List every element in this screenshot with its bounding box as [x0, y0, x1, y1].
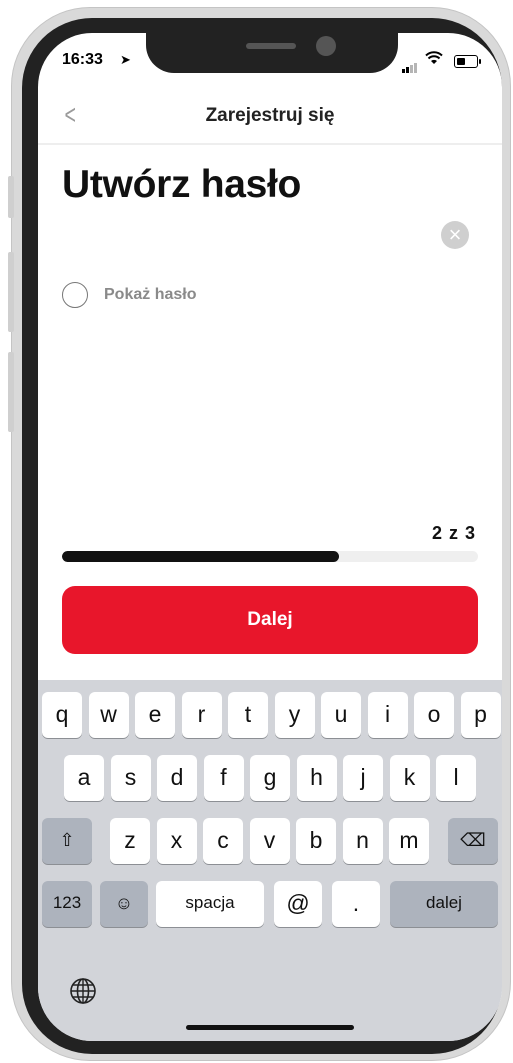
- key-q[interactable]: q: [42, 692, 82, 738]
- progress-track: [62, 551, 478, 562]
- key-e[interactable]: e: [135, 692, 175, 738]
- at-key[interactable]: @: [274, 881, 322, 927]
- page-title: Utwórz hasło: [62, 163, 302, 206]
- key-h[interactable]: h: [296, 755, 337, 801]
- emoji-key-icon[interactable]: ☺: [100, 881, 148, 927]
- key-y[interactable]: y: [274, 692, 315, 738]
- key-z[interactable]: z: [110, 818, 150, 864]
- front-camera: [316, 36, 336, 56]
- next-button[interactable]: Dalej: [62, 586, 478, 654]
- phone-screen: 16:33 ➤ < Zarejestruj się Utwórz hasło ×…: [38, 33, 502, 1041]
- step-counter: 2 z 3: [431, 523, 476, 543]
- phone-side-button-volume-down: [8, 352, 14, 432]
- key-m[interactable]: m: [389, 818, 429, 864]
- home-indicator: [186, 1025, 354, 1030]
- dot-key[interactable]: .: [332, 881, 380, 927]
- clear-input-icon[interactable]: ×: [441, 221, 469, 249]
- key-u[interactable]: u: [321, 692, 361, 738]
- battery-icon: [454, 55, 481, 68]
- progress-fill: [62, 551, 340, 562]
- return-key[interactable]: dalej: [390, 881, 498, 927]
- key-l[interactable]: l: [436, 755, 476, 801]
- show-password-label[interactable]: Pokaż hasło: [104, 286, 196, 304]
- location-arrow-icon: ➤: [120, 52, 131, 67]
- key-o[interactable]: o: [414, 692, 454, 738]
- delete-key-icon[interactable]: ⌫: [448, 818, 498, 864]
- key-c[interactable]: c: [203, 818, 243, 864]
- status-time: 16:33: [62, 51, 103, 68]
- key-f[interactable]: f: [203, 755, 244, 801]
- numbers-key[interactable]: 123: [42, 881, 92, 927]
- phone-side-button-mute: [8, 176, 14, 218]
- space-key[interactable]: spacja: [156, 881, 264, 927]
- wifi-icon: [425, 51, 443, 64]
- nav-divider: [38, 143, 502, 145]
- key-i[interactable]: i: [367, 692, 408, 738]
- key-p[interactable]: p: [460, 692, 501, 738]
- password-input[interactable]: [62, 219, 436, 253]
- key-k[interactable]: k: [389, 755, 430, 801]
- key-v[interactable]: v: [249, 818, 290, 864]
- phone-side-button-volume-up: [8, 252, 14, 332]
- key-b[interactable]: b: [296, 818, 336, 864]
- cellular-signal-icon: [402, 55, 418, 73]
- key-x[interactable]: x: [156, 818, 197, 864]
- key-j[interactable]: j: [343, 755, 383, 801]
- key-d[interactable]: d: [157, 755, 197, 801]
- notch: [146, 33, 398, 73]
- key-t[interactable]: t: [228, 692, 268, 738]
- key-a[interactable]: a: [64, 755, 104, 801]
- key-w[interactable]: w: [88, 692, 129, 738]
- globe-icon[interactable]: [68, 976, 98, 1006]
- shift-key-icon[interactable]: ⇧: [42, 818, 92, 864]
- key-s[interactable]: s: [110, 755, 151, 801]
- speaker-grille: [246, 43, 296, 49]
- nav-title: Zarejestruj się: [205, 105, 335, 126]
- key-n[interactable]: n: [342, 818, 383, 864]
- key-g[interactable]: g: [250, 755, 290, 801]
- show-password-radio[interactable]: [62, 282, 88, 308]
- key-r[interactable]: r: [181, 692, 222, 738]
